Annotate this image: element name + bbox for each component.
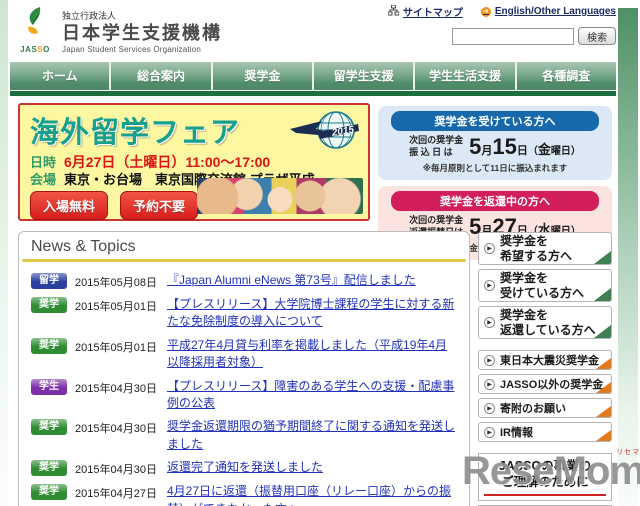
corner-decoration bbox=[594, 325, 611, 338]
category-badge: 奨学 bbox=[31, 419, 67, 436]
category-badge: 奨学 bbox=[31, 484, 67, 501]
play-circle-icon: ▶ bbox=[484, 354, 495, 366]
news-date: 2015年05月01日 bbox=[75, 301, 157, 313]
jasso-logo-text: JASSO bbox=[20, 45, 50, 54]
nav-scholarships[interactable]: 奨学金 bbox=[212, 62, 314, 90]
news-link[interactable]: 『Japan Alumni eNews 第73号』配信しました bbox=[163, 272, 459, 289]
news-row: 奨学 2015年04月30日 返還完了通知を発送しました bbox=[31, 459, 459, 477]
news-date: 2015年04月30日 bbox=[75, 464, 157, 477]
play-circle-icon: ▶ bbox=[484, 402, 495, 414]
news-title: News & Topics bbox=[31, 238, 136, 255]
sitemap-icon bbox=[387, 4, 400, 19]
news-row: 奨学 2015年04月30日 奨学金返還期限の猶予期間終了に関する通知を発送しま… bbox=[31, 418, 459, 453]
corner-decoration bbox=[596, 430, 611, 441]
red-underline bbox=[484, 493, 606, 496]
nav-international-students[interactable]: 留学生支援 bbox=[313, 62, 416, 90]
venue-label: 会場 bbox=[30, 172, 57, 187]
news-date: 2015年04月30日 bbox=[75, 382, 157, 395]
jasso-logo[interactable]: JASSO 独立行政法人 日本学生支援機構 Japan Student Serv… bbox=[16, 6, 222, 54]
play-circle-icon: ▶ bbox=[484, 378, 495, 390]
sidebar: ▶ 奨学金を 希望する方へ ▶ 奨学金を 受けている方へ ▶ 奨学金を 返還している方… bbox=[478, 232, 612, 506]
news-link[interactable]: 平成27年4月貸与利率を掲載しました（平成19年4月以降採用者対象） bbox=[163, 337, 459, 372]
language-link[interactable]: ➜ English/Other Languages bbox=[480, 6, 616, 17]
sidebar-item-receiving-scholarship[interactable]: ▶ 奨学金を 受けている方へ bbox=[478, 269, 612, 302]
news-list: 留学 2015年05月08日 『Japan Alumni eNews 第73号』… bbox=[19, 262, 469, 506]
news-link[interactable]: 返還完了通知を発送しました bbox=[163, 459, 459, 476]
jasso-leaf-icon bbox=[20, 7, 50, 44]
news-row: 奨学 2015年05月01日 平成27年4月貸与利率を掲載しました（平成19年4… bbox=[31, 337, 459, 372]
students-photo bbox=[197, 178, 363, 214]
play-circle-icon: ▶ bbox=[484, 280, 495, 291]
sidebar-item-earthquake-scholarship[interactable]: ▶ 東日本大震災奨学金 bbox=[478, 350, 612, 370]
news-row: 学生 2015年04月30日 【プレスリリース】障害のある学生への支援・配慮事例… bbox=[31, 378, 459, 413]
news-row: 奨学 2015年04月27日 4月27日に返還（振替用口座（リレー口座）からの振… bbox=[31, 483, 459, 506]
category-badge: 学生 bbox=[31, 378, 67, 395]
nav-surveys[interactable]: 各種調査 bbox=[516, 62, 616, 90]
news-link[interactable]: 奨学金返還期限の猶予期間終了に関する通知を発送しました bbox=[163, 418, 459, 453]
sidebar-item-donation[interactable]: ▶ 寄附のお願い bbox=[478, 398, 612, 418]
no-reservation-button[interactable]: 予約不要 bbox=[120, 191, 199, 220]
sidebar-item-ir-info[interactable]: ▶ IR情報 bbox=[478, 422, 612, 442]
study-abroad-fair-banner[interactable]: 海外留学フェア 2015 日時 6月27日（土曜日）11:00～17:00 会場… bbox=[18, 103, 370, 221]
nav-underbar bbox=[10, 91, 616, 96]
news-link[interactable]: 【プレスリリース】障害のある学生への支援・配慮事例の公表 bbox=[163, 378, 459, 413]
sidebar-item-jasso-understanding[interactable]: JASSOの事業の ご理解のために bbox=[478, 453, 612, 501]
transfer-date: 5月15日（金曜日） bbox=[469, 134, 581, 159]
right-edge-decoration bbox=[618, 8, 638, 506]
play-circle-icon: ▶ bbox=[484, 426, 495, 438]
news-date: 2015年05月01日 bbox=[75, 341, 157, 354]
search-button[interactable]: 検索 bbox=[578, 27, 616, 45]
sidebar-item-other-scholarships[interactable]: ▶ JASSO以外の奨学金 bbox=[478, 374, 612, 394]
transfer-lead: 次回の奨学金 振 込 日 は bbox=[409, 135, 464, 157]
org-type: 独立行政法人 bbox=[62, 11, 117, 21]
nav-student-life[interactable]: 学生生活支援 bbox=[415, 62, 517, 90]
nav-home[interactable]: ホーム bbox=[10, 62, 112, 90]
globe-airplane-icon: 2015 bbox=[288, 107, 360, 158]
play-circle-icon: ▶ bbox=[484, 317, 495, 328]
nav-general-info[interactable]: 総合案内 bbox=[111, 62, 213, 90]
free-admission-button[interactable]: 入場無料 bbox=[30, 191, 109, 220]
sitemap-link[interactable]: サイトマップ bbox=[387, 4, 463, 19]
org-name: 日本学生支援機構 bbox=[62, 23, 222, 43]
corner-decoration bbox=[594, 251, 611, 264]
news-link[interactable]: 4月27日に返還（振替用口座（リレー口座）からの振替）ができなかった方へ bbox=[163, 483, 459, 506]
news-link[interactable]: 【プレスリリース】大学院博士課程の学生に対する新たな免除制度の導入について bbox=[163, 296, 459, 331]
fair-title: 海外留学フェア bbox=[30, 117, 241, 149]
play-circle-icon: ▶ bbox=[484, 243, 495, 254]
sidebar-item-apply-scholarship[interactable]: ▶ 奨学金を 希望する方へ bbox=[478, 232, 612, 265]
news-topics-panel: News & Topics 留学 2015年05月08日 『Japan Alum… bbox=[18, 231, 470, 506]
category-badge: 奨学 bbox=[31, 297, 67, 313]
category-badge: 奨学 bbox=[31, 460, 67, 477]
transfer-box-header: 奨学金を受けている方へ bbox=[391, 111, 599, 131]
corner-decoration bbox=[596, 406, 611, 417]
corner-decoration bbox=[594, 288, 611, 301]
corner-decoration bbox=[596, 382, 611, 393]
news-row: 留学 2015年05月08日 『Japan Alumni eNews 第73号』… bbox=[31, 272, 459, 290]
search-input[interactable] bbox=[452, 27, 574, 45]
corner-decoration bbox=[596, 358, 611, 369]
news-date: 2015年04月27日 bbox=[75, 488, 157, 501]
main-navigation: ホーム 総合案内 奨学金 留学生支援 学生生活支援 各種調査 bbox=[10, 62, 616, 90]
news-row: 奨学 2015年05月01日 【プレスリリース】大学院博士課程の学生に対する新た… bbox=[31, 296, 459, 331]
repayment-box-header: 奨学金を返還中の方へ bbox=[391, 191, 599, 211]
arrow-circle-icon: ➜ bbox=[480, 6, 491, 17]
org-name-en: Japan Student Services Organization bbox=[62, 44, 202, 54]
category-badge: 奨学 bbox=[31, 337, 67, 354]
news-date: 2015年04月30日 bbox=[75, 423, 157, 436]
sidebar-item-repaying-scholarship[interactable]: ▶ 奨学金を 返還している方へ bbox=[478, 306, 612, 339]
transfer-note: ※毎月原則として11日に振込まれます bbox=[422, 163, 568, 173]
category-badge: 留学 bbox=[31, 273, 67, 289]
transfer-date-box: 奨学金を受けている方へ 次回の奨学金 振 込 日 は 5月15日（金曜日） ※毎… bbox=[378, 106, 612, 180]
site-header: JASSO 独立行政法人 日本学生支援機構 Japan Student Serv… bbox=[10, 0, 616, 60]
jasso-homepage: JASSO 独立行政法人 日本学生支援機構 Japan Student Serv… bbox=[0, 0, 640, 506]
left-edge-decoration bbox=[0, 0, 8, 506]
news-date: 2015年05月08日 bbox=[75, 277, 157, 289]
